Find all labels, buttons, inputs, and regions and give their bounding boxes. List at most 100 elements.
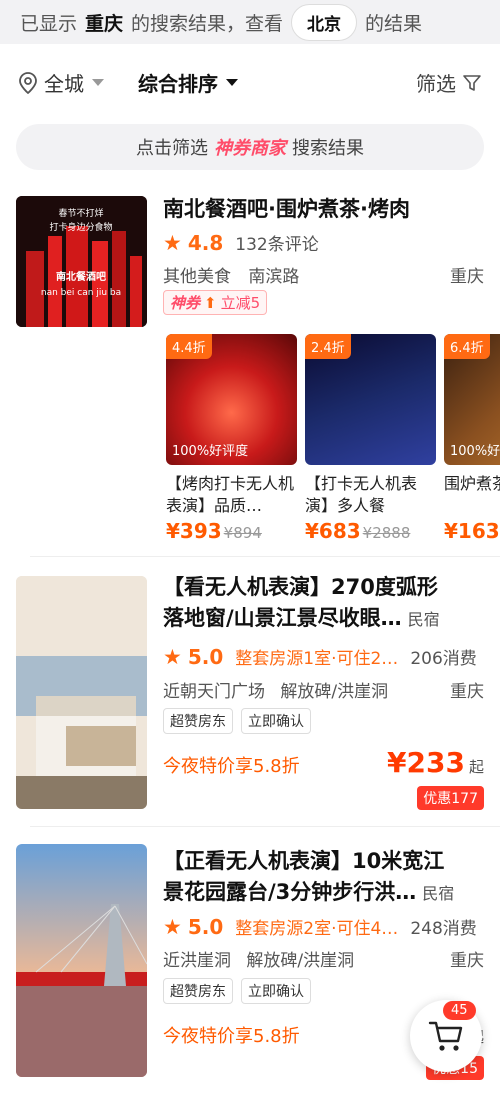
deal-card[interactable]: 4.4折 100%好评度 【烤肉打卡无人机表演】品质… ¥393 ¥894 [166, 334, 297, 543]
notice-suffix: 的结果 [365, 12, 423, 35]
star-icon: ★ [163, 230, 182, 255]
coupon-filter-banner[interactable]: 点击筛选 神券商家 搜索结果 [16, 124, 484, 170]
location: 近朝天门广场 [163, 682, 265, 702]
price: ¥683 [305, 519, 361, 543]
notice-prefix: 已显示 [20, 12, 78, 35]
listing-card-restaurant[interactable]: 春节不打烊 打卡身边分食物 南北餐酒吧 nan bei can jiu ba 南… [0, 186, 500, 556]
consumed-count: 248消费 [410, 919, 477, 939]
price: ¥233 起 [387, 746, 484, 779]
arrow-up-icon: ⬆ [204, 293, 217, 312]
sort-bar: 全城 综合排序 筛选 [0, 44, 500, 132]
coupon-brand: 神券 [170, 294, 201, 312]
city: 重庆 [450, 267, 484, 287]
deal-card-partial[interactable]: 6.4折 100%好评度 围炉煮茶6份小吃 ¥163¥ [444, 334, 500, 543]
notice-middle: 的搜索结果，查看 [131, 12, 284, 35]
tag-superhost: 超赞房东 [163, 978, 233, 1004]
rating-score: 5.0 [187, 644, 224, 669]
star-icon: ★ [163, 644, 182, 669]
district: 解放碑/洪崖洞 [246, 951, 355, 971]
price-value: ¥233 [387, 746, 465, 779]
rating-badge: 100%好评度 [172, 444, 249, 459]
deal-title: 围炉煮茶6份小吃 [444, 474, 500, 493]
discount-tag: 2.4折 [305, 334, 351, 359]
review-count: 132条评论 [235, 235, 319, 255]
location-pin-icon [19, 71, 37, 94]
district: 解放碑/洪崖洞 [280, 682, 389, 702]
deal-price: ¥163¥ [444, 519, 500, 543]
listing-thumbnail[interactable] [16, 844, 147, 1077]
rating-row: ★ 5.0 整套房源2室·可住4… 248消费 [163, 914, 477, 940]
deal-price: ¥393 ¥894 [166, 519, 297, 543]
thumb-text-4: nan bei can jiu ba [41, 288, 121, 298]
banner-prefix: 点击筛选 [136, 138, 208, 159]
meta-row: 近洪崖洞 解放碑/洪崖洞 重庆 [163, 946, 484, 971]
rating-row: ★ 4.8 132条评论 [163, 230, 319, 256]
deal-title: 【烤肉打卡无人机表演】品质… [166, 474, 295, 515]
price: ¥393 [166, 519, 222, 543]
listing-thumbnail[interactable] [16, 576, 147, 809]
tonight-deal: 今夜特价享5.8折 [163, 756, 300, 777]
city: 重庆 [450, 951, 484, 971]
room-info: 整套房源1室·可住2… [235, 649, 399, 669]
chevron-down-icon [92, 79, 104, 86]
tag-list: 超赞房东 立即确认 [163, 708, 311, 734]
thumb-text-1: 春节不打烊 [58, 207, 103, 219]
location: 近洪崖洞 [163, 951, 231, 971]
filter-funnel-icon [463, 74, 481, 91]
listing-type: 民宿 [407, 610, 440, 629]
fireworks-photo: 4.4折 100%好评度 [166, 334, 297, 465]
discount-tag: 4.4折 [166, 334, 212, 359]
listing-title-line1[interactable]: 【正看无人机表演】10米宽江 [163, 846, 444, 877]
city: 重庆 [450, 682, 484, 702]
location-dropdown[interactable]: 全城 [18, 68, 104, 97]
rating-score: 5.0 [187, 914, 224, 939]
bridge-photo [16, 844, 147, 1077]
category: 其他美食 [163, 267, 231, 287]
divider [30, 826, 500, 827]
shopping-cart-icon [428, 1021, 463, 1051]
switch-city-button[interactable]: 北京 [291, 3, 358, 41]
price: ¥163 [444, 519, 500, 543]
discount-tag: 6.4折 [444, 334, 490, 359]
meta-row: 近朝天门广场 解放碑/洪崖洞 重庆 [163, 677, 484, 702]
bedroom-photo [16, 576, 147, 809]
rating-row: ★ 5.0 整套房源1室·可住2… 206消费 [163, 644, 477, 670]
filter-label: 筛选 [416, 72, 456, 96]
chevron-down-icon [226, 79, 238, 86]
listing-title-line2[interactable]: 景花园露台/3分钟步行洪… 民宿 [163, 877, 454, 909]
listing-thumbnail[interactable]: 春节不打烊 打卡身边分食物 南北餐酒吧 nan bei can jiu ba [16, 196, 147, 327]
deal-card[interactable]: 2.4折 【打卡无人机表演】多人餐 ¥683 ¥2888 [305, 334, 436, 543]
drone-show-photo: 2.4折 [305, 334, 436, 465]
sort-label: 综合排序 [138, 72, 218, 96]
listing-title-line2[interactable]: 落地窗/山景江景尽收眼… 民宿 [163, 603, 440, 635]
rating-score: 4.8 [187, 230, 224, 255]
tea-set-photo: 6.4折 100%好评度 [444, 334, 500, 465]
title-text: 景花园露台/3分钟步行洪… [163, 880, 417, 904]
deal-title: 【打卡无人机表演】多人餐 [305, 474, 418, 515]
coupon-text: 立减5 [220, 294, 261, 312]
cart-count-badge: 45 [443, 1001, 476, 1020]
tag-list: 超赞房东 立即确认 [163, 978, 311, 1004]
tag-instant-confirm: 立即确认 [241, 708, 311, 734]
filter-button[interactable]: 筛选 [416, 68, 482, 97]
tag-superhost: 超赞房东 [163, 708, 233, 734]
meta-row: 其他美食 南滨路 重庆 [163, 262, 484, 287]
thumb-text-2: 打卡身边分食物 [49, 221, 112, 233]
listing-title-line1[interactable]: 【看无人机表演】270度弧形 [163, 572, 438, 603]
listing-card-homestay[interactable]: 【看无人机表演】270度弧形 落地窗/山景江景尽收眼… 民宿 ★ 5.0 整套房源… [0, 572, 500, 822]
consumed-count: 206消费 [410, 649, 477, 669]
listing-type: 民宿 [422, 884, 455, 903]
divider [30, 556, 500, 557]
banner-brand: 神券商家 [214, 138, 286, 159]
sort-dropdown[interactable]: 综合排序 [138, 68, 238, 97]
tag-instant-confirm: 立即确认 [241, 978, 311, 1004]
deal-carousel[interactable]: 4.4折 100%好评度 【烤肉打卡无人机表演】品质… ¥393 ¥894 2.4… [166, 334, 500, 543]
price-suffix: 起 [468, 758, 484, 776]
location-label: 全城 [44, 72, 84, 96]
listing-title[interactable]: 南北餐酒吧·围炉煮茶·烤肉 [163, 194, 410, 225]
coupon-badge[interactable]: 神券 ⬆ 立减5 [163, 290, 268, 315]
rating-badge: 100%好评度 [450, 444, 500, 459]
star-icon: ★ [163, 914, 182, 939]
room-info: 整套房源2室·可住4… [235, 919, 399, 939]
deal-price: ¥683 ¥2888 [305, 519, 436, 543]
